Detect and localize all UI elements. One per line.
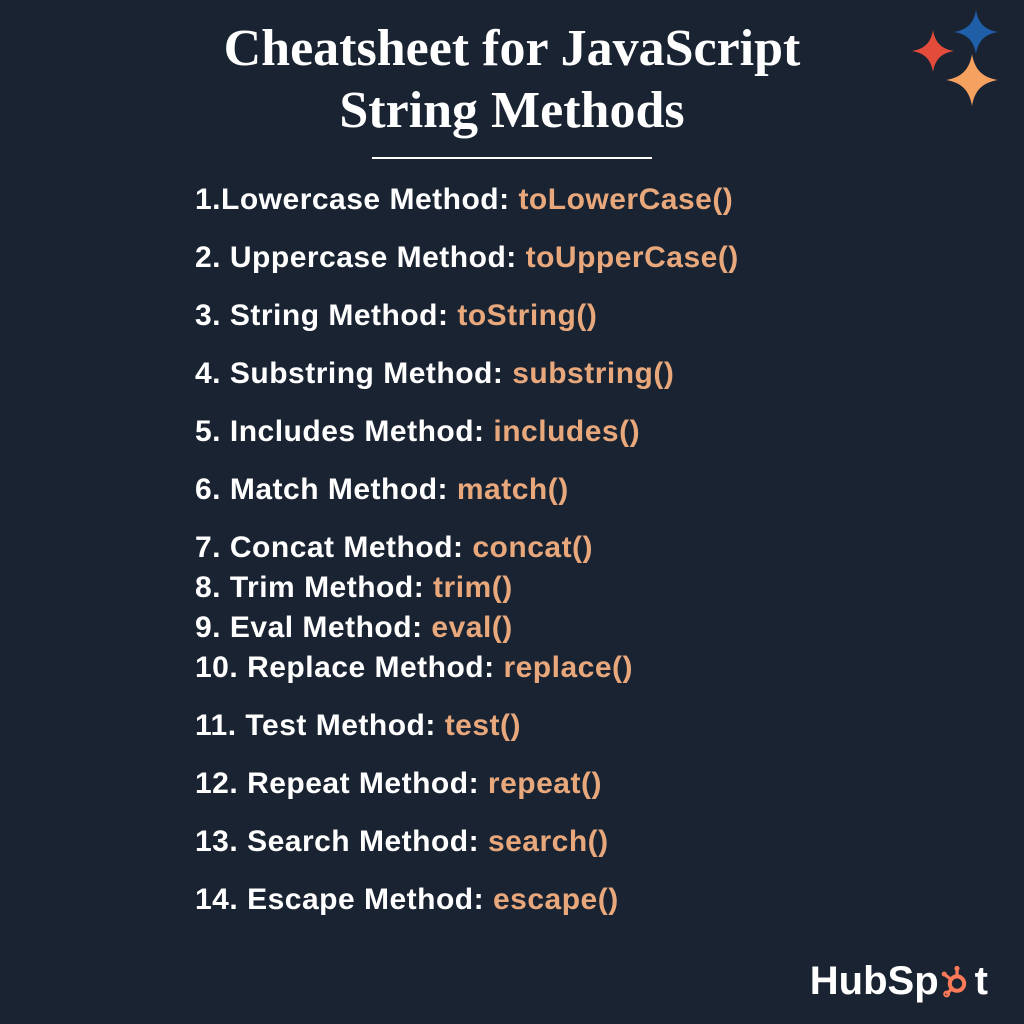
item-prefix: 4. [195, 357, 221, 390]
item-method: search() [488, 825, 609, 858]
item-prefix: 8. [195, 571, 221, 604]
item-prefix: 9. [195, 611, 221, 644]
item-method: trim() [433, 571, 513, 604]
item-method: eval() [431, 611, 512, 644]
item-prefix: 2. [195, 241, 221, 274]
item-method: toLowerCase() [518, 183, 733, 216]
logo-text-right: t [975, 959, 988, 1004]
item-method: concat() [472, 531, 593, 564]
list-item: 8. Trim Method: trim() [195, 571, 1024, 605]
item-method: test() [445, 709, 521, 742]
list-item: 11. Test Method: test() [195, 709, 1024, 743]
list-item: 4. Substring Method: substring() [195, 357, 1024, 391]
methods-list: 1.Lowercase Method: toLowerCase() 2. Upp… [0, 183, 1024, 917]
item-label: Substring Method: [230, 357, 503, 390]
sparkle-icon [946, 54, 998, 106]
item-prefix: 12. [195, 767, 238, 800]
list-item: 12. Repeat Method: repeat() [195, 767, 1024, 801]
list-item: 9. Eval Method: eval() [195, 611, 1024, 645]
sprocket-icon [941, 966, 973, 998]
list-item: 14. Escape Method: escape() [195, 883, 1024, 917]
list-item: 1.Lowercase Method: toLowerCase() [195, 183, 1024, 217]
item-prefix: 13. [195, 825, 238, 858]
item-label: Lowercase Method: [221, 183, 510, 216]
item-method: match() [457, 473, 569, 506]
item-method: escape() [493, 883, 619, 916]
item-prefix: 5. [195, 415, 221, 448]
item-label: Trim Method: [230, 571, 424, 604]
item-label: Escape Method: [247, 883, 484, 916]
item-prefix: 7. [195, 531, 221, 564]
item-method: toUpperCase() [526, 241, 739, 274]
item-label: Search Method: [247, 825, 479, 858]
item-label: Uppercase Method: [230, 241, 517, 274]
item-label: Repeat Method: [247, 767, 479, 800]
item-label: Eval Method: [230, 611, 423, 644]
item-label: Test Method: [245, 709, 435, 742]
sparkle-decoration [906, 10, 1006, 110]
list-item: 2. Uppercase Method: toUpperCase() [195, 241, 1024, 275]
item-prefix: 3. [195, 299, 221, 332]
hubspot-logo: HubSp t [810, 959, 988, 1004]
title-line-2: String Methods [0, 80, 1024, 142]
item-method: substring() [512, 357, 674, 390]
item-prefix: 6. [195, 473, 221, 506]
list-item: 3. String Method: toString() [195, 299, 1024, 333]
title-line-1: Cheatsheet for JavaScript [0, 18, 1024, 80]
item-label: String Method: [230, 299, 449, 332]
page-title: Cheatsheet for JavaScript String Methods [0, 0, 1024, 143]
list-item: 10. Replace Method: replace() [195, 651, 1024, 685]
list-item: 7. Concat Method: concat() [195, 531, 1024, 565]
list-item: 6. Match Method: match() [195, 473, 1024, 507]
item-method: replace() [503, 651, 633, 684]
item-method: repeat() [488, 767, 602, 800]
item-label: Match Method: [230, 473, 448, 506]
item-label: Concat Method: [230, 531, 464, 564]
list-item: 13. Search Method: search() [195, 825, 1024, 859]
item-method: toString() [457, 299, 597, 332]
logo-text-left: HubSp [810, 959, 939, 1004]
list-item: 5. Includes Method: includes() [195, 415, 1024, 449]
item-prefix: 1. [195, 183, 221, 216]
item-prefix: 11. [195, 709, 237, 742]
title-underline [372, 157, 652, 159]
item-label: Includes Method: [230, 415, 485, 448]
item-label: Replace Method: [247, 651, 495, 684]
item-prefix: 10. [195, 651, 238, 684]
item-prefix: 14. [195, 883, 238, 916]
sparkle-icon [954, 10, 998, 54]
item-method: includes() [493, 415, 640, 448]
